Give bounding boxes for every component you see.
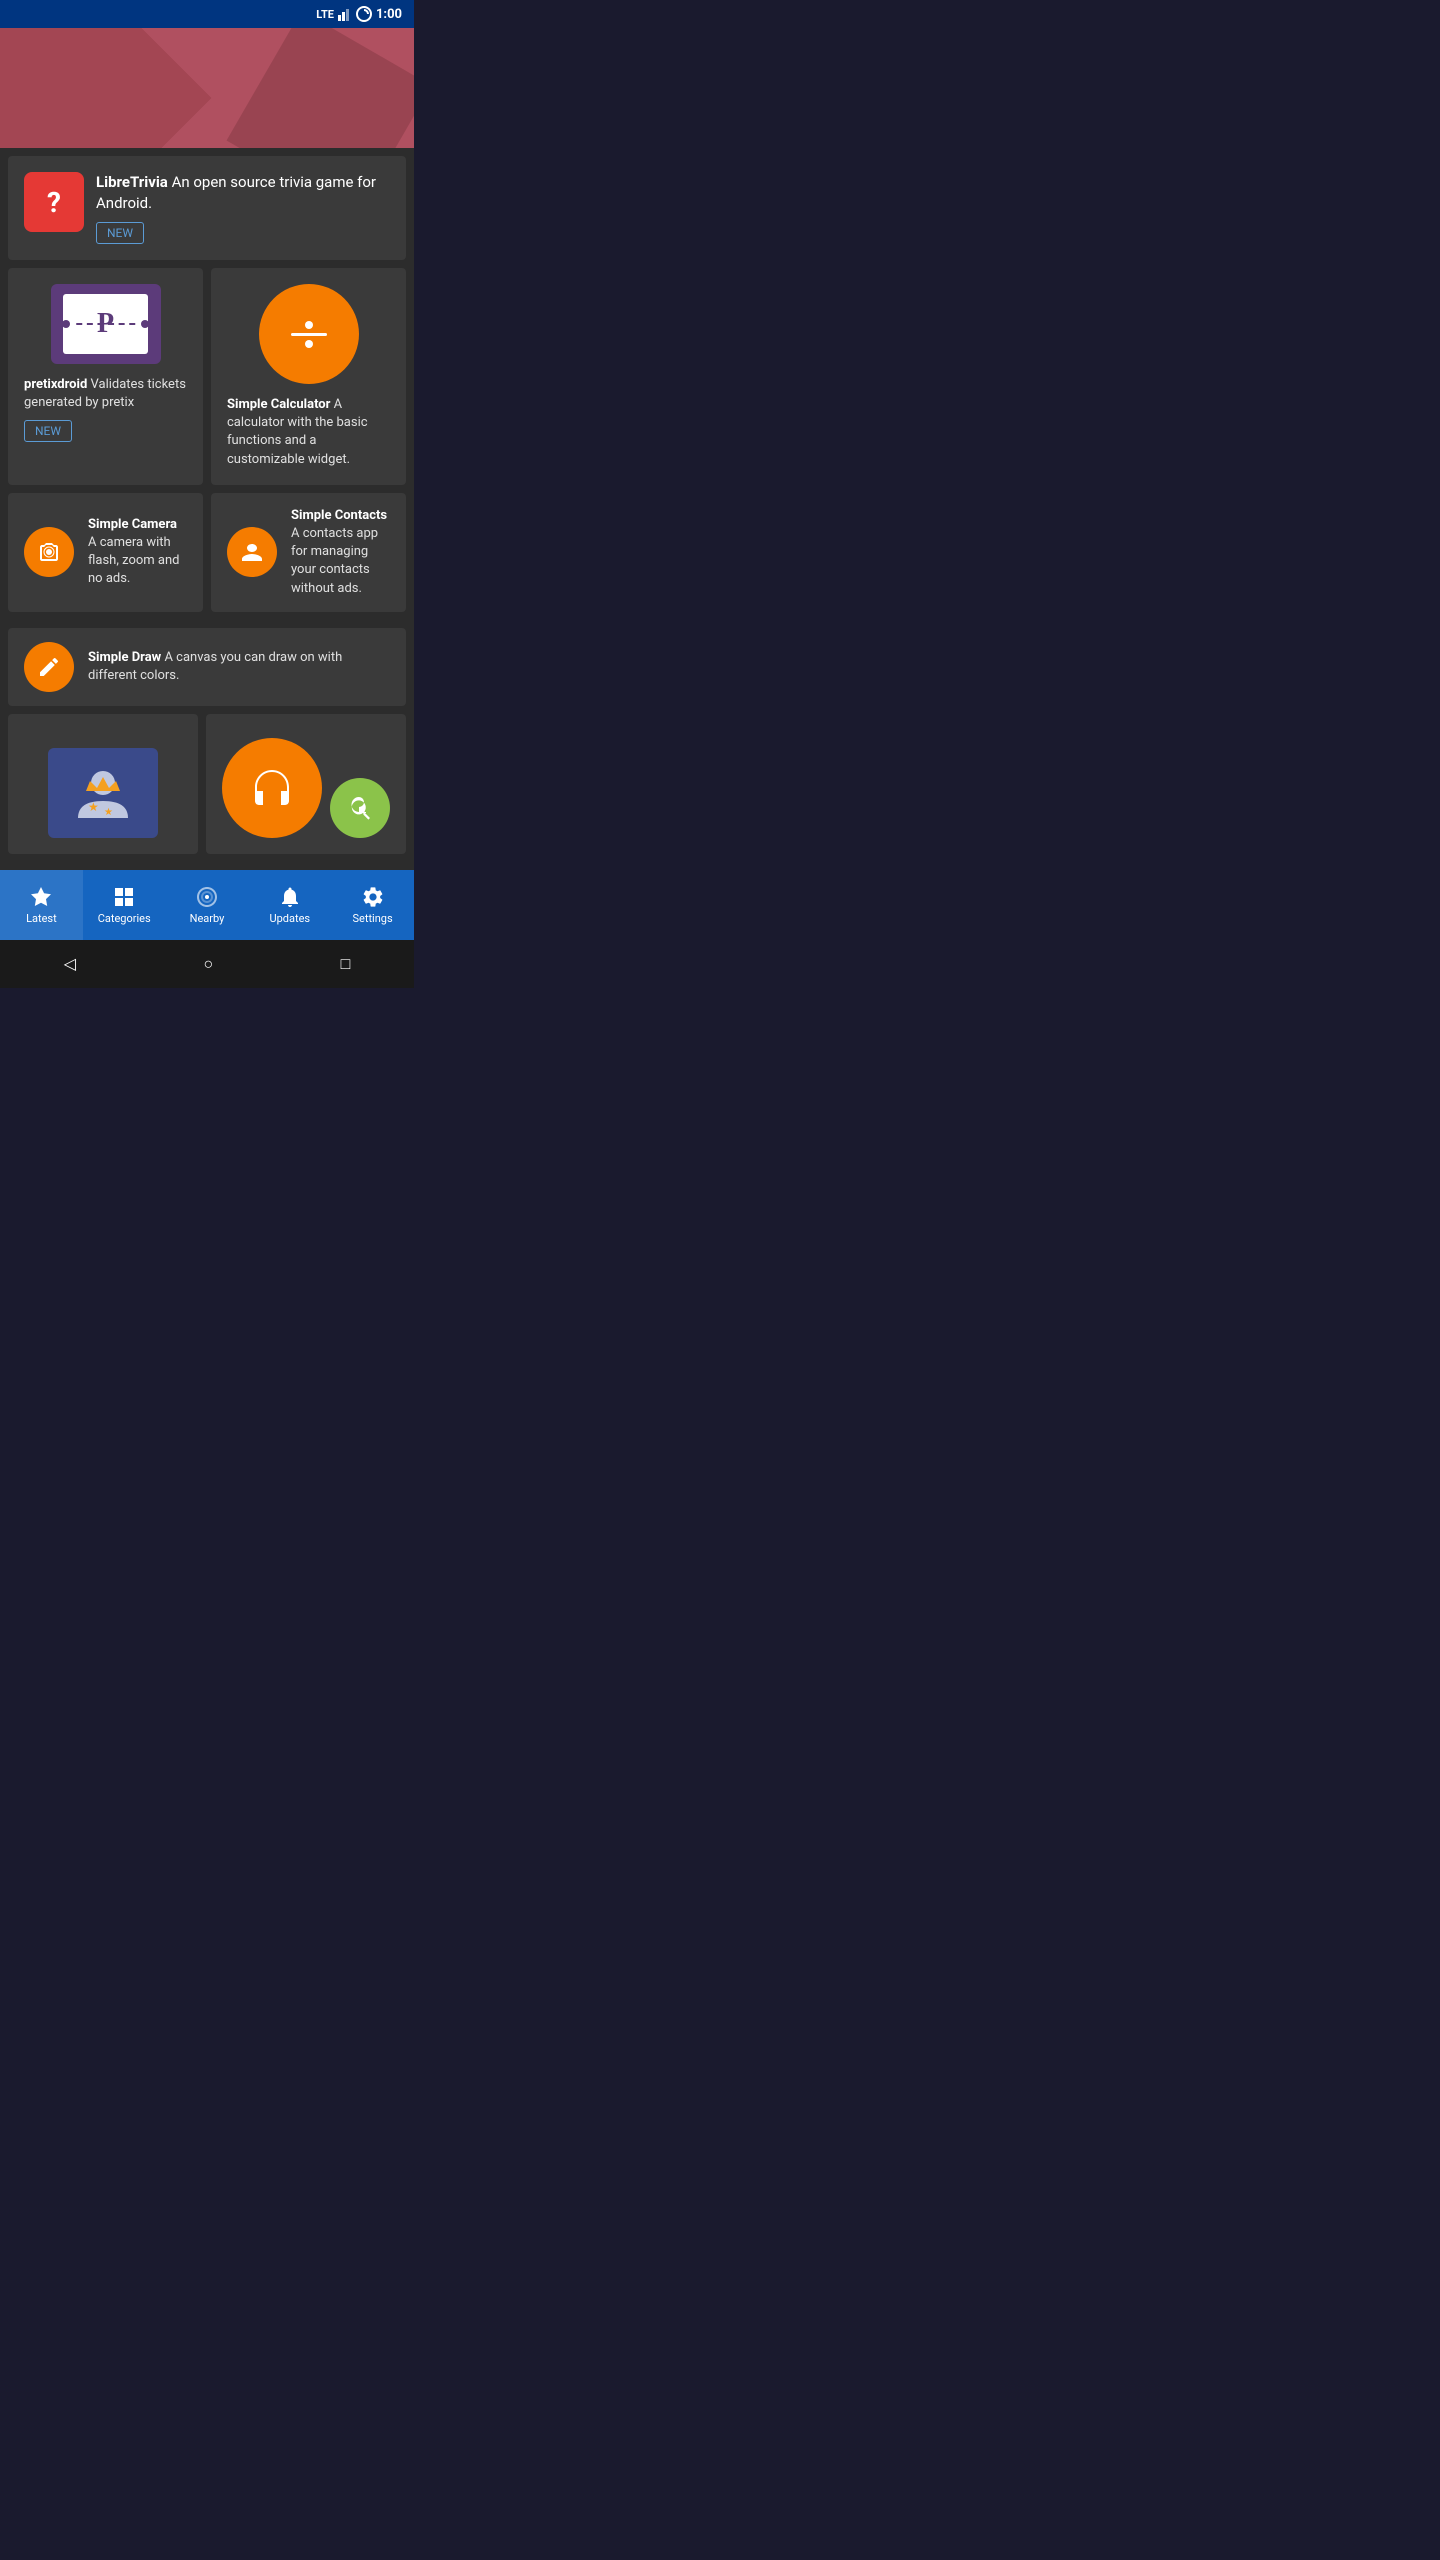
libreTrivia-icon: ? — [24, 172, 84, 232]
draw-icon — [24, 642, 74, 692]
pretixdroid-badge: NEW — [24, 420, 72, 442]
new-badge: NEW — [96, 222, 144, 244]
nav-label-nearby: Nearby — [190, 912, 225, 925]
calculator-icon-wrap — [227, 284, 390, 384]
nav-item-nearby[interactable]: Nearby — [166, 870, 249, 940]
signal-icon — [338, 7, 352, 21]
bottom-navigation: Latest Categories Nearby Updates Setting… — [0, 870, 414, 940]
recent-button[interactable]: □ — [341, 954, 351, 974]
nav-label-categories: Categories — [98, 912, 151, 925]
pretixdroid-card[interactable]: P pretixdroid Validates tickets generate… — [8, 268, 203, 485]
calculator-text: Simple Calculator A calculator with the … — [227, 396, 390, 469]
status-bar: LTE 1:00 — [0, 0, 414, 28]
hero-background — [0, 28, 414, 148]
simple-draw-card[interactable]: Simple Draw A canvas you can draw on wit… — [8, 628, 406, 706]
svg-text:★: ★ — [88, 800, 99, 814]
nav-item-latest[interactable]: Latest — [0, 870, 83, 940]
time-display: 1:00 — [376, 7, 402, 22]
back-button[interactable]: ◁ — [64, 954, 76, 973]
nav-item-updates[interactable]: Updates — [248, 870, 331, 940]
small-app-grid: Simple Camera A camera with flash, zoom … — [8, 493, 406, 620]
headphone-svg — [246, 762, 298, 814]
pretixdroid-text: pretixdroid Validates tickets generated … — [24, 376, 187, 412]
battery-icon — [356, 6, 372, 22]
crown-svg: ★ ★ — [68, 763, 138, 823]
home-button[interactable]: ○ — [203, 954, 213, 974]
status-icons: LTE 1:00 — [316, 6, 402, 22]
featured-app-card[interactable]: ? LibreTrivia An open source trivia game… — [8, 156, 406, 260]
pretixdroid-icon-wrap: P — [24, 284, 187, 364]
nav-item-settings[interactable]: Settings — [331, 870, 414, 940]
featured-app-info: LibreTrivia An open source trivia game f… — [96, 172, 390, 244]
partial-grid: ★ ★ — [8, 714, 406, 854]
calculator-icon — [259, 284, 359, 384]
vip-card[interactable]: ★ ★ — [8, 714, 198, 854]
audio-card[interactable] — [206, 714, 406, 854]
nav-item-categories[interactable]: Categories — [83, 870, 166, 940]
headphone-icon — [222, 738, 322, 838]
search-svg — [346, 794, 374, 822]
simple-contacts-card[interactable]: Simple Contacts A contacts app for manag… — [211, 493, 406, 612]
pretix-ticket: P — [63, 294, 148, 354]
featured-app-title: LibreTrivia An open source trivia game f… — [96, 172, 390, 214]
star-icon — [29, 885, 53, 909]
svg-text:★: ★ — [104, 807, 113, 818]
lte-icon: LTE — [316, 8, 334, 21]
crown-icon-wrap: ★ ★ — [48, 748, 158, 838]
bell-icon — [278, 885, 302, 909]
large-app-grid: P pretixdroid Validates tickets generate… — [8, 268, 406, 485]
contacts-icon — [227, 527, 277, 577]
nav-label-settings: Settings — [353, 912, 393, 925]
camera-icon — [24, 527, 74, 577]
contacts-svg — [240, 540, 264, 564]
grid-icon — [112, 885, 136, 909]
nav-label-latest: Latest — [26, 912, 57, 925]
main-content: ? LibreTrivia An open source trivia game… — [0, 148, 414, 870]
search-icon-circle — [330, 778, 390, 838]
simple-calculator-card[interactable]: Simple Calculator A calculator with the … — [211, 268, 406, 485]
camera-svg — [37, 540, 61, 564]
simple-camera-card[interactable]: Simple Camera A camera with flash, zoom … — [8, 493, 203, 612]
draw-svg — [37, 655, 61, 679]
gear-icon — [361, 885, 385, 909]
nav-label-updates: Updates — [269, 912, 310, 925]
draw-text: Simple Draw A canvas you can draw on wit… — [88, 649, 390, 685]
nearby-icon — [195, 885, 219, 909]
contacts-text: Simple Contacts A contacts app for manag… — [291, 507, 390, 598]
pretix-icon: P — [51, 284, 161, 364]
system-navigation: ◁ ○ □ — [0, 940, 414, 988]
camera-text: Simple Camera A camera with flash, zoom … — [88, 516, 187, 589]
headphone-wrap — [222, 738, 390, 838]
